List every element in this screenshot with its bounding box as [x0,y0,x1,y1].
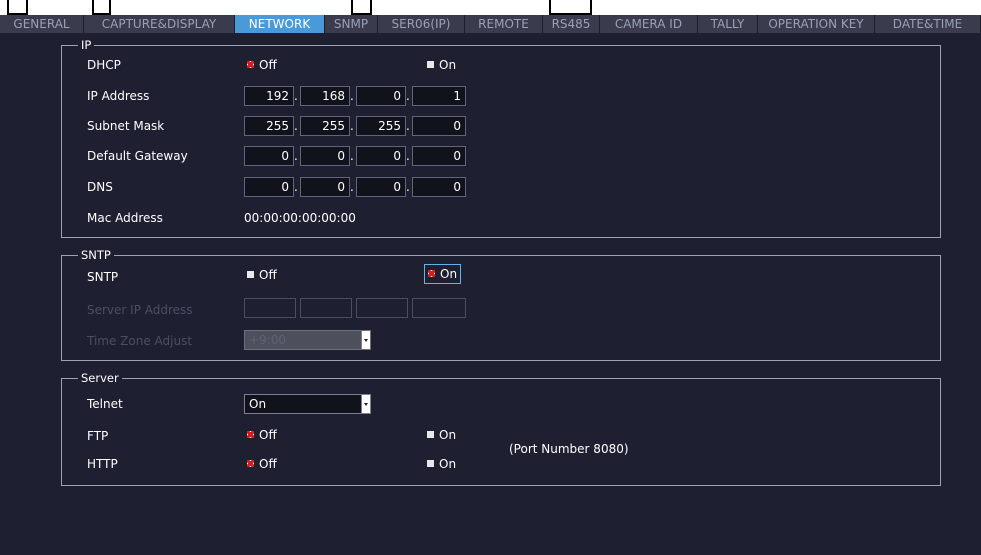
ip-dot-2: . [350,89,354,103]
dns-label: DNS [87,180,113,194]
top-marker-2 [92,0,111,15]
subnet-dot-2: . [350,119,354,133]
gateway-octet-4[interactable]: 0 [412,146,466,166]
tab-snmp[interactable]: SNMP [325,15,378,33]
http-off-label: Off [259,457,277,471]
ip-address-label: IP Address [87,89,150,103]
default-gateway-label: Default Gateway [87,149,188,163]
dhcp-off-checkbox-icon [247,61,254,68]
tab-remote[interactable]: REMOTE [465,15,543,33]
sntp-server-octet-4 [412,298,466,318]
tab-capture-display[interactable]: CAPTURE&DISPLAY [84,15,235,33]
ip-octet-3[interactable]: 0 [356,86,406,106]
dhcp-on-label: On [439,58,457,72]
time-zone-select: +9:00 [244,330,371,350]
ip-octet-1[interactable]: 192 [244,86,294,106]
tab-camera-id[interactable]: CAMERA ID [600,15,698,33]
top-marker-1 [7,0,28,15]
tab-network[interactable]: NETWORK [235,15,325,33]
subnet-octet-3[interactable]: 255 [356,116,406,136]
ftp-on-checkbox-icon [427,431,434,438]
server-group-legend: Server [78,370,122,386]
sntp-off-label: Off [259,268,277,282]
dns-dot-3: . [406,180,410,194]
ip-dot-1: . [294,89,298,103]
ip-dot-3: . [406,89,410,103]
sntp-on-label: On [440,267,458,281]
mac-address-label: Mac Address [87,211,163,225]
top-marker-4 [549,0,592,15]
dhcp-on-checkbox-icon [427,61,434,68]
http-off-radio[interactable]: Off [247,455,277,473]
dns-octet-1[interactable]: 0 [244,177,294,197]
telnet-value: On [249,397,267,411]
dhcp-on-radio[interactable]: On [427,56,456,74]
tab-rs485[interactable]: RS485 [543,15,600,33]
tab-ser06-ip[interactable]: SER06(IP) [378,15,465,33]
time-zone-dropdown-icon [361,331,370,349]
server-group: Server Telnet On FTP Off On (Port Number… [61,370,941,486]
ftp-label: FTP [87,429,109,443]
ftp-on-label: On [439,428,457,442]
http-on-label: On [439,457,457,471]
dns-dot-2: . [350,180,354,194]
sntp-server-octet-3 [356,298,408,318]
telnet-dropdown-icon [361,395,370,413]
http-on-checkbox-icon [427,460,434,467]
ftp-off-checkbox-icon [247,431,254,438]
tab-operation-key[interactable]: OPERATION KEY [758,15,875,33]
http-on-radio[interactable]: On [427,455,456,473]
network-settings-panel: IP DHCP Off On IP Address 192 168 0 1 . … [0,33,981,555]
dns-octet-3[interactable]: 0 [356,177,406,197]
top-marker-3 [351,0,372,15]
ftp-off-label: Off [259,428,277,442]
ip-octet-2[interactable]: 168 [300,86,350,106]
telnet-select[interactable]: On [244,394,371,414]
sntp-off-checkbox-icon [247,271,254,278]
sntp-server-octet-2 [300,298,352,318]
subnet-mask-label: Subnet Mask [87,119,165,133]
telnet-label: Telnet [87,397,123,411]
ip-group: IP DHCP Off On IP Address 192 168 0 1 . … [61,37,941,238]
ip-group-legend: IP [78,37,95,53]
ip-octet-4[interactable]: 1 [412,86,466,106]
dns-dot-1: . [294,180,298,194]
dns-octet-4[interactable]: 0 [412,177,466,197]
sntp-server-octet-1 [244,298,296,318]
gateway-octet-1[interactable]: 0 [244,146,294,166]
time-zone-value: +9:00 [249,333,287,347]
server-ip-address-label: Server IP Address [87,303,193,317]
subnet-dot-1: . [294,119,298,133]
gateway-dot-3: . [406,149,410,163]
subnet-dot-3: . [406,119,410,133]
ftp-off-radio[interactable]: Off [247,426,277,444]
tab-general[interactable]: GENERAL [0,15,84,33]
sntp-group-legend: SNTP [78,247,114,263]
sntp-on-radio[interactable]: On [424,264,462,284]
subnet-octet-2[interactable]: 255 [300,116,350,136]
subnet-octet-4[interactable]: 0 [412,116,466,136]
http-off-checkbox-icon [247,460,254,467]
dns-octet-2[interactable]: 0 [300,177,350,197]
gateway-octet-2[interactable]: 0 [300,146,350,166]
ftp-on-radio[interactable]: On [427,426,456,444]
port-number-note: (Port Number 8080) [509,442,629,456]
http-label: HTTP [87,457,118,471]
tab-date-time[interactable]: DATE&TIME [875,15,981,33]
gateway-octet-3[interactable]: 0 [356,146,406,166]
tab-tally[interactable]: TALLY [698,15,758,33]
subnet-octet-1[interactable]: 255 [244,116,294,136]
dhcp-label: DHCP [87,58,121,72]
tab-bar: GENERAL CAPTURE&DISPLAY NETWORK SNMP SER… [0,15,981,33]
sntp-group: SNTP SNTP Off On Server IP Address Time … [61,247,941,361]
dhcp-off-label: Off [259,58,277,72]
time-zone-adjust-label: Time Zone Adjust [87,334,193,348]
sntp-off-radio[interactable]: Off [247,266,277,284]
gateway-dot-2: . [350,149,354,163]
gateway-dot-1: . [294,149,298,163]
sntp-on-checkbox-icon [428,270,435,277]
sntp-label: SNTP [87,270,119,284]
dhcp-off-radio[interactable]: Off [247,56,277,74]
mac-address-value: 00:00:00:00:00:00 [244,211,356,225]
